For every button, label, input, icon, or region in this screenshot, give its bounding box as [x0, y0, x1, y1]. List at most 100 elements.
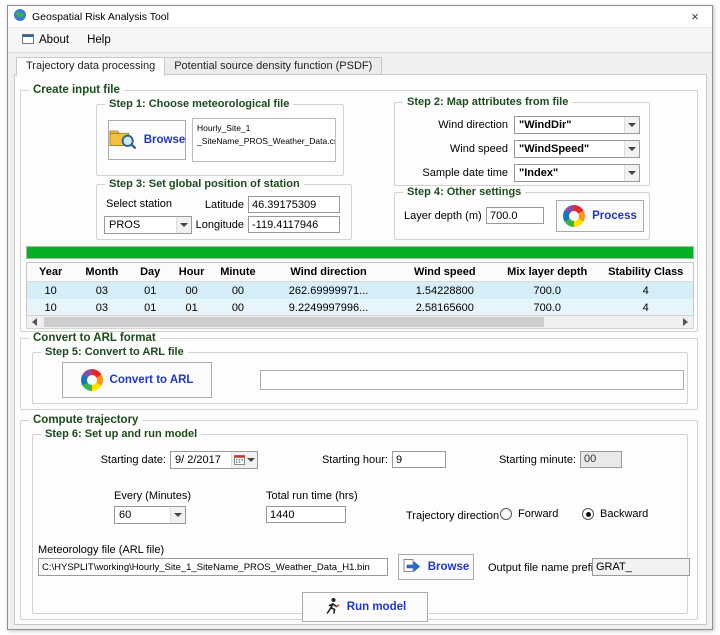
met-file-browse-label: Browse — [428, 561, 470, 573]
cell[interactable]: 00 — [212, 285, 263, 297]
table-header-row: Year Month Day Hour Minute Wind directio… — [27, 263, 693, 282]
close-button[interactable]: × — [678, 6, 712, 27]
forward-radio-label: Forward — [518, 508, 558, 520]
chevron-down-icon — [624, 141, 639, 157]
starting-date-value: 9/ 2/2017 — [171, 452, 231, 468]
starting-hour-field[interactable] — [392, 451, 446, 468]
menu-about[interactable]: About — [14, 31, 77, 50]
met-file-field[interactable] — [38, 558, 388, 576]
menu-bar: About Help — [8, 28, 712, 53]
met-file-browse-button[interactable]: Browse — [398, 554, 474, 580]
app-window: Geospatial Risk Analysis Tool × About He… — [7, 5, 713, 630]
process-label: Process — [592, 210, 637, 222]
scrollbar-thumb[interactable] — [44, 317, 544, 327]
step3-title: Step 3: Set global position of station — [105, 178, 304, 190]
cell[interactable]: 03 — [74, 285, 129, 297]
window-title: Geospatial Risk Analysis Tool — [32, 11, 169, 23]
run-model-button[interactable]: Run model — [302, 592, 428, 622]
starting-date-label: Starting date: — [92, 454, 166, 466]
folder-search-icon — [109, 128, 137, 153]
cell[interactable]: 2.58165600 — [394, 302, 496, 314]
scroll-left-arrow[interactable] — [27, 316, 42, 328]
convert-group-title: Convert to ARL format — [29, 332, 160, 344]
col-header-wind-speed[interactable]: Wind speed — [394, 266, 496, 278]
cell[interactable]: 4 — [598, 285, 693, 297]
chevron-down-icon — [170, 507, 185, 523]
cell[interactable]: 700.0 — [496, 302, 598, 314]
wind-speed-label: Wind speed — [404, 143, 508, 155]
layer-depth-field[interactable] — [486, 207, 544, 224]
cell[interactable]: 10 — [27, 302, 74, 314]
starting-minute-field: 00 — [580, 451, 622, 468]
station-value: PROS — [105, 217, 176, 233]
cell[interactable]: 01 — [130, 285, 171, 297]
wind-direction-select[interactable]: "WindDir" — [514, 116, 640, 134]
wind-direction-label: Wind direction — [404, 119, 508, 131]
step6-title: Step 6: Set up and run model — [41, 428, 201, 440]
scrollbar-track[interactable] — [42, 316, 678, 328]
col-header-mix-layer-depth[interactable]: Mix layer depth — [496, 266, 598, 278]
step1-browse-button[interactable]: Browse — [108, 120, 186, 160]
total-run-time-label: Total run time (hrs) — [266, 490, 358, 502]
cell[interactable]: 9.2249997996... — [264, 302, 394, 314]
scroll-right-arrow[interactable] — [678, 316, 693, 328]
wind-speed-select[interactable]: "WindSpeed" — [514, 140, 640, 158]
col-header-wind-direction[interactable]: Wind direction — [264, 266, 394, 278]
output-prefix-field[interactable] — [592, 558, 690, 576]
run-model-label: Run model — [347, 601, 406, 613]
step5-title: Step 5: Convert to ARL file — [41, 346, 188, 358]
sample-date-time-select[interactable]: "Index" — [514, 164, 640, 182]
col-header-day[interactable]: Day — [130, 266, 171, 278]
cell[interactable]: 03 — [74, 302, 129, 314]
chevron-down-icon — [624, 165, 639, 181]
cell[interactable]: 700.0 — [496, 285, 598, 297]
color-wheel-icon — [563, 205, 585, 227]
cell[interactable]: 00 — [212, 302, 263, 314]
calendar-icon[interactable] — [231, 452, 257, 468]
tab-trajectory-data-processing[interactable]: Trajectory data processing — [16, 57, 165, 76]
wind-speed-value: "WindSpeed" — [515, 141, 624, 157]
layer-depth-label: Layer depth (m) — [404, 210, 482, 222]
chevron-down-icon — [624, 117, 639, 133]
cell[interactable]: 4 — [598, 302, 693, 314]
every-minutes-select[interactable]: 60 — [114, 506, 186, 524]
table-row[interactable]: 10 03 01 00 00 262.69999971... 1.5422880… — [27, 282, 693, 299]
forward-radio[interactable]: Forward — [500, 508, 558, 520]
col-header-minute[interactable]: Minute — [212, 266, 263, 278]
weather-data-table: Year Month Day Hour Minute Wind directio… — [26, 262, 694, 317]
cell[interactable]: 1.54228800 — [394, 285, 496, 297]
backward-radio[interactable]: Backward — [582, 508, 648, 520]
col-header-year[interactable]: Year — [27, 266, 74, 278]
station-select[interactable]: PROS — [104, 216, 192, 234]
sample-date-time-label: Sample date time — [404, 167, 508, 179]
col-header-stability-class[interactable]: Stability Class — [598, 266, 693, 278]
radio-circle-checked-icon — [582, 508, 594, 520]
total-run-time-field[interactable] — [266, 506, 346, 523]
menu-about-label: About — [39, 34, 69, 46]
create-input-group-title: Create input file — [29, 84, 124, 96]
met-file-label: Meteorology file (ARL file) — [38, 544, 164, 556]
tab-strip: Trajectory data processing Potential sou… — [16, 57, 382, 76]
cell[interactable]: 01 — [171, 302, 212, 314]
table-horizontal-scrollbar[interactable] — [26, 315, 694, 329]
cell[interactable]: 00 — [171, 285, 212, 297]
cell[interactable]: 10 — [27, 285, 74, 297]
tab-psdf[interactable]: Potential source density function (PSDF) — [165, 57, 382, 75]
menu-help[interactable]: Help — [79, 31, 119, 49]
longitude-field[interactable] — [248, 216, 340, 233]
col-header-month[interactable]: Month — [74, 266, 129, 278]
table-row[interactable]: 10 03 01 01 00 9.2249997996... 2.5816560… — [27, 299, 693, 316]
step1-title: Step 1: Choose meteorological file — [105, 98, 293, 110]
output-prefix-label: Output file name prefix — [488, 562, 599, 574]
process-button[interactable]: Process — [556, 200, 644, 232]
convert-to-arl-button[interactable]: Convert to ARL — [62, 362, 212, 398]
color-wheel-icon — [81, 369, 103, 391]
step1-browse-label: Browse — [144, 134, 186, 146]
longitude-label: Longitude — [190, 219, 244, 231]
chosen-file-display: Hourly_Site_1 _SiteName_PROS_Weather_Dat… — [192, 118, 336, 162]
cell[interactable]: 01 — [130, 302, 171, 314]
latitude-field[interactable] — [248, 196, 340, 213]
starting-date-picker[interactable]: 9/ 2/2017 — [170, 451, 258, 469]
cell[interactable]: 262.69999971... — [264, 285, 394, 297]
col-header-hour[interactable]: Hour — [171, 266, 212, 278]
